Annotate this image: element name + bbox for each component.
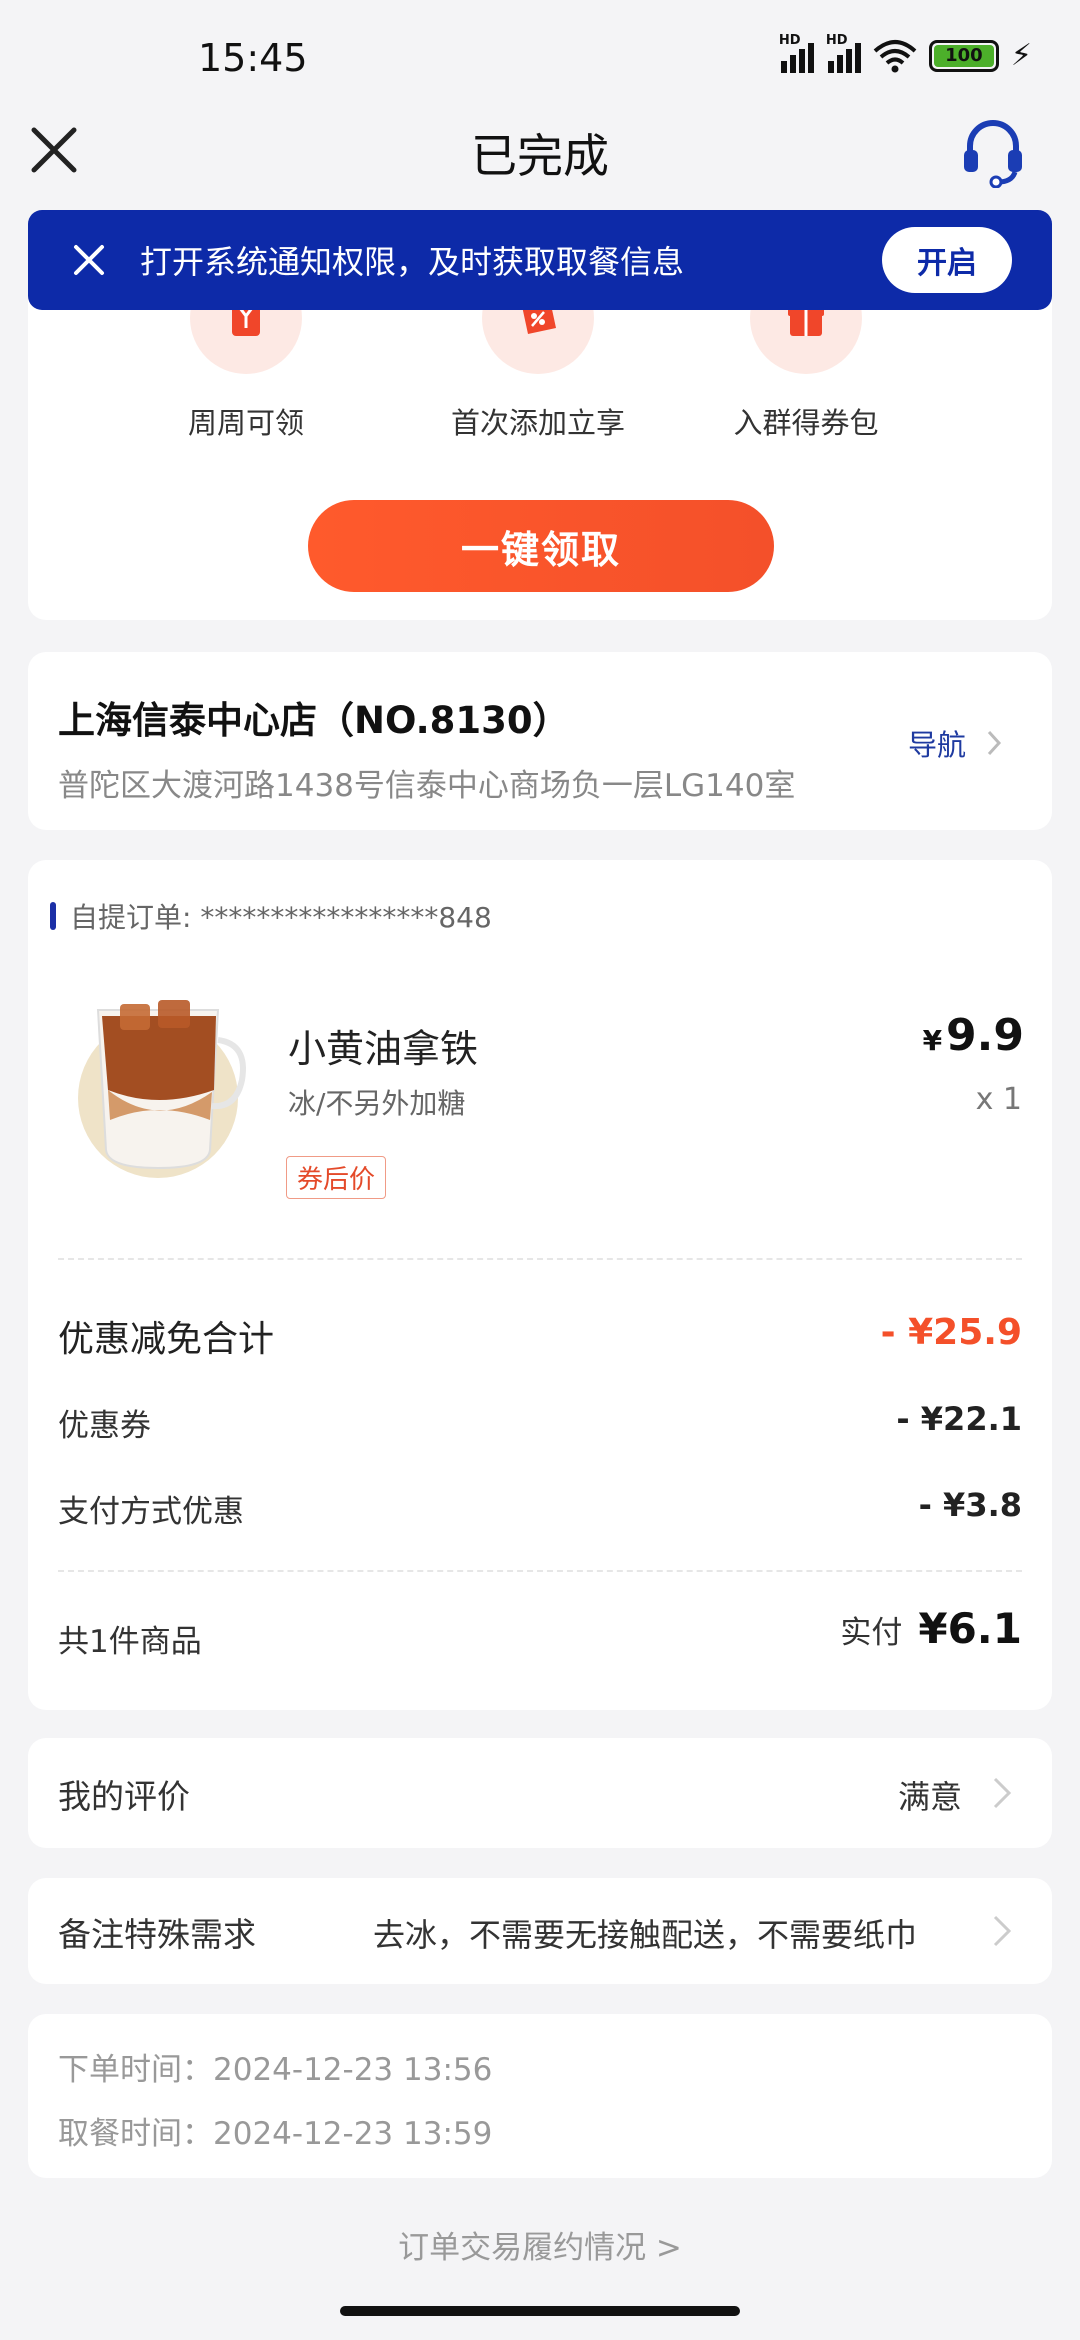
discount-total-value: - ¥25.9	[880, 1312, 1022, 1353]
promo-item-group[interactable]: 入群得券包	[706, 290, 906, 442]
evaluation-label: 我的评价	[58, 1777, 190, 1816]
enable-notification-button[interactable]: 开启	[882, 227, 1012, 293]
notification-text: 打开系统通知权限，及时获取取餐信息	[140, 243, 685, 281]
chevron-right-icon	[993, 1915, 1012, 1947]
payment-discount-label: 支付方式优惠	[58, 1494, 244, 1530]
chevron-right-icon	[993, 1777, 1012, 1809]
evaluation-row[interactable]: 我的评价 满意	[28, 1738, 1052, 1848]
promo-card: 周周可领 首次添加立享 入群得券包 一键领取	[28, 290, 1052, 620]
wifi-icon	[873, 39, 917, 72]
divider	[58, 1258, 1022, 1260]
product-price: ¥9.9	[922, 1010, 1024, 1061]
claim-all-button[interactable]: 一键领取	[308, 500, 774, 592]
order-time: 下单时间：2024-12-23 13:56	[58, 2052, 493, 2088]
order-times-card: 下单时间：2024-12-23 13:56 取餐时间：2024-12-23 13…	[28, 2014, 1052, 2178]
product-quantity: x 1	[975, 1082, 1022, 1117]
remark-label: 备注特殊需求	[58, 1915, 256, 1954]
cell-signal-icon: HD	[826, 33, 861, 73]
status-time: 15:45	[198, 36, 308, 80]
store-address: 普陀区大渡河路1438号信泰中心商场负一层LG140室	[58, 768, 796, 804]
evaluation-value: 满意	[897, 1778, 962, 1816]
payment-discount-value: - ¥3.8	[918, 1486, 1022, 1524]
product-image	[78, 1000, 246, 1178]
pickup-time: 取餐时间：2024-12-23 13:59	[58, 2116, 493, 2152]
notification-banner: 打开系统通知权限，及时获取取餐信息 开启	[28, 210, 1052, 310]
product-name: 小黄油拿铁	[288, 1027, 479, 1071]
home-indicator[interactable]	[340, 2306, 740, 2316]
order-card: 自提订单: *****************848 小黄油拿铁 冰/不另外加糖…	[28, 860, 1052, 1710]
battery-icon: 100	[928, 39, 999, 72]
store-card: 上海信泰中心店（NO.8130） 普陀区大渡河路1438号信泰中心商场负一层LG…	[28, 652, 1052, 830]
remark-value: 去冰，不需要无接触配送，不需要纸巾	[373, 1916, 918, 1954]
promo-item-weekly[interactable]: 周周可领	[146, 290, 346, 442]
paid-amount: 实付 ¥6.1	[840, 1604, 1022, 1653]
status-bar: 15:45 HD HD 100 ⚡	[0, 0, 1080, 110]
coupon-value: - ¥22.1	[896, 1400, 1022, 1438]
remark-row[interactable]: 备注特殊需求 去冰，不需要无接触配送，不需要纸巾	[28, 1878, 1052, 1984]
store-name: 上海信泰中心店（NO.8130）	[58, 699, 570, 742]
header: 已完成	[0, 110, 1080, 210]
status-icons: HD HD 100 ⚡	[779, 33, 1032, 74]
fulfillment-link[interactable]: 订单交易履约情况 >	[0, 2222, 1080, 2267]
navigation-button[interactable]: 导航	[908, 722, 1002, 764]
coupon-label: 优惠券	[58, 1408, 151, 1444]
chevron-right-icon	[987, 730, 1002, 756]
order-id: 自提订单: *****************848	[50, 896, 492, 936]
cell-signal-icon: HD	[779, 33, 814, 73]
discount-total-label: 优惠减免合计	[58, 1319, 275, 1360]
item-count: 共1件商品	[58, 1624, 202, 1660]
close-icon[interactable]	[68, 239, 110, 281]
customer-service-icon[interactable]	[960, 116, 1026, 188]
coupon-price-tag: 券后价	[286, 1156, 387, 1199]
page-title: 已完成	[471, 129, 609, 183]
divider	[58, 1570, 1022, 1572]
product-spec: 冰/不另外加糖	[288, 1087, 466, 1120]
promo-item-first-add[interactable]: 首次添加立享	[438, 290, 638, 442]
charging-icon: ⚡	[1010, 38, 1032, 73]
